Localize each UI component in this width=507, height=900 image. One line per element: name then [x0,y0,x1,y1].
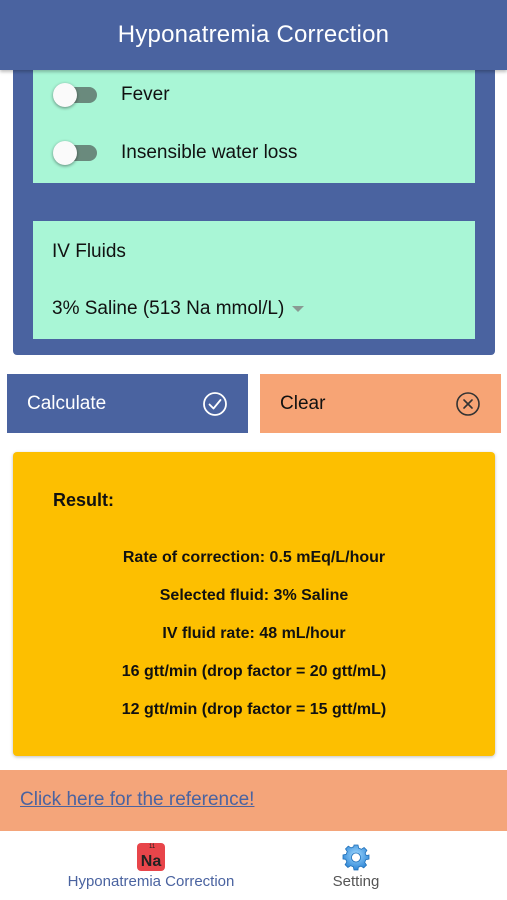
fever-row[interactable]: Fever [53,83,170,107]
iv-fluid-selected-value: 3% Saline (513 Na mmol/L) [52,298,285,319]
sodium-element-icon: 11 Na [137,843,165,871]
dropdown-caret-icon [292,306,305,312]
clear-button[interactable]: Clear [260,374,501,433]
result-drops-20: 16 gtt/min (drop factor = 20 gtt/mL) [121,663,387,680]
result-drops-15: 12 gtt/min (drop factor = 15 gtt/mL) [121,701,387,718]
clear-label: Clear [280,392,326,414]
iv-fluids-title: IV Fluids [52,241,126,262]
calculate-button[interactable]: Calculate [7,374,248,433]
result-iv-fluid-rate: IV fluid rate: 48 mL/hour [162,625,346,642]
iv-fluid-select[interactable]: 3% Saline (513 Na mmol/L) [52,298,305,320]
iv-fluids-box: IV Fluids 3% Saline (513 Na mmol/L) [33,221,475,339]
toggle-knob [53,141,77,165]
insensible-water-loss-row[interactable]: Insensible water loss [53,141,297,165]
tab-bar: 11 Na Hyponatremia Correction Setting [0,831,507,900]
app-header: Hyponatremia Correction [0,0,507,70]
page-title: Hyponatremia Correction [117,21,390,48]
atomic-number: 11 [149,844,156,850]
tab-hyponatremia-correction[interactable]: 11 Na Hyponatremia Correction [40,831,262,900]
fever-toggle[interactable] [53,83,99,107]
element-symbol: Na [140,853,162,870]
conditions-box: Fever Insensible water loss [33,70,475,183]
tab-label-setting: Setting [332,873,380,890]
result-card: Result: Rate of correction: 0.5 mEq/L/ho… [13,452,495,756]
result-title: Result: [53,490,115,510]
insensible-water-loss-label: Insensible water loss [121,142,298,163]
check-circle-icon [203,391,227,416]
tab-label-hyponatremia-correction: Hyponatremia Correction [67,873,235,890]
calculate-label: Calculate [27,392,107,414]
fever-label: Fever [121,84,170,105]
reference-link[interactable]: Click here for the reference! [20,789,254,811]
result-selected-fluid: Selected fluid: 3% Saline [159,587,349,604]
tab-setting[interactable]: Setting [296,831,416,900]
toggle-knob [53,83,77,107]
gear-icon [342,844,370,871]
insensible-water-loss-toggle[interactable] [53,141,99,165]
close-circle-icon [456,391,480,416]
result-rate-of-correction: Rate of correction: 0.5 mEq/L/hour [122,549,386,566]
reference-bar: Click here for the reference! [0,770,507,831]
